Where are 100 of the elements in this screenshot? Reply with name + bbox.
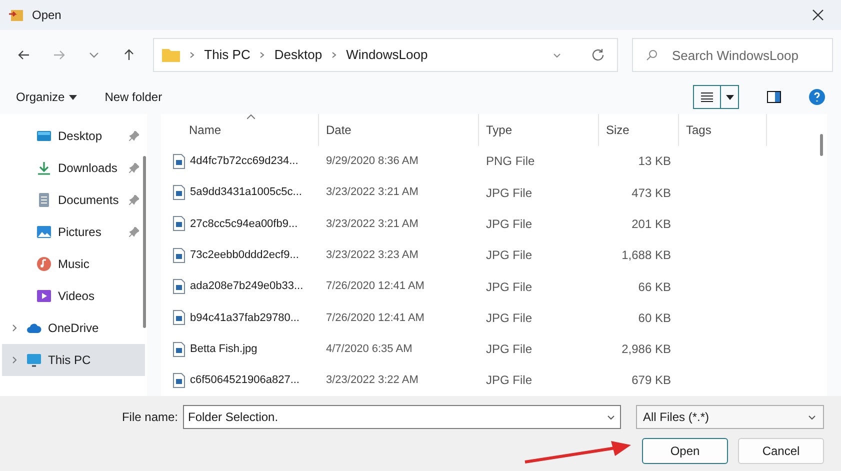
file-name: c6f5064521906a827... bbox=[190, 373, 300, 388]
image-file-icon bbox=[173, 342, 185, 357]
sidebar-item[interactable]: Documents bbox=[2, 184, 145, 216]
file-name-label: File name: bbox=[120, 409, 179, 426]
image-file-icon bbox=[173, 216, 185, 232]
sidebar-item[interactable]: Music bbox=[2, 248, 145, 280]
image-file-icon bbox=[173, 310, 185, 326]
video-icon bbox=[36, 288, 52, 304]
date-cell-text: 3/23/2022 3:23 AM bbox=[325, 248, 420, 264]
type-cell-text: JPG File bbox=[485, 310, 534, 327]
new-folder-button[interactable]: New folder bbox=[104, 88, 162, 106]
dialog-button[interactable]: Open bbox=[642, 438, 728, 464]
file-row[interactable]: c6f5064521906a827... 3/23/2022 3:22 AM JPG File 679 KB bbox=[161, 364, 767, 396]
details-view-icon bbox=[701, 92, 713, 102]
file-type-dropdown[interactable]: All Files (*.*) bbox=[636, 405, 824, 429]
date-cell-text: 3/23/2022 3:21 AM bbox=[325, 216, 420, 232]
file-name: Betta Fish.jpg bbox=[190, 342, 258, 357]
file-name: 4d4fc7b72cc69d234... bbox=[190, 154, 298, 170]
column-header[interactable]: Tags bbox=[679, 114, 767, 146]
size-cell-text: 66 KB bbox=[637, 278, 672, 296]
size-cell-text: 2,986 KB bbox=[620, 341, 672, 358]
date-cell-text: 4/7/2020 6:35 AM bbox=[325, 342, 414, 357]
size-cell-text: 1,688 KB bbox=[620, 247, 672, 264]
file-name-field[interactable]: Folder Selection. bbox=[183, 405, 621, 429]
column-header[interactable]: Name bbox=[161, 114, 319, 146]
sidebar-item[interactable]: Videos bbox=[2, 280, 145, 312]
image-file-icon bbox=[173, 372, 185, 388]
refresh-icon[interactable] bbox=[590, 48, 605, 62]
file-row[interactable]: 27c8cc5c94ea00fb9... 3/23/2022 3:21 AM JPG File 201 KB bbox=[161, 208, 767, 240]
caret-icon bbox=[726, 94, 734, 100]
size-cell-text: 679 KB bbox=[630, 372, 672, 390]
date-cell-text: 9/29/2020 8:36 AM bbox=[325, 154, 420, 170]
sidebar-item[interactable]: Downloads bbox=[2, 152, 145, 184]
caret-icon bbox=[68, 94, 77, 100]
column-header[interactable]: Date bbox=[319, 114, 479, 146]
sidebar-item[interactable]: OneDrive bbox=[2, 312, 145, 344]
type-cell-text: JPG File bbox=[485, 341, 534, 358]
sidebar-item[interactable]: This PC bbox=[2, 344, 145, 376]
chevron-right-icon bbox=[330, 51, 338, 59]
help-icon[interactable] bbox=[809, 89, 825, 105]
image-file-icon bbox=[173, 248, 185, 263]
date-cell-text: 7/26/2020 12:41 AM bbox=[325, 310, 426, 326]
image-file-icon bbox=[173, 185, 185, 200]
file-row[interactable]: 73c2eebb0ddd2ecf9... 3/23/2022 3:23 AM JPG File 1,688 KB bbox=[161, 240, 767, 271]
type-cell-text: JPG File bbox=[485, 247, 534, 264]
sidebar-label: Videos bbox=[58, 288, 94, 305]
download-icon bbox=[36, 160, 52, 176]
folder-icon bbox=[162, 48, 180, 62]
search-field[interactable]: Search WindowsLoop bbox=[632, 38, 833, 72]
breadcrumb[interactable]: This PC bbox=[204, 45, 250, 65]
file-row[interactable]: ada208e7b249e0b33... 7/26/2020 12:41 AM JPG File 66 KB bbox=[161, 270, 767, 302]
type-cell-text: JPG File bbox=[485, 372, 534, 390]
organize-button[interactable]: Organize bbox=[16, 88, 77, 106]
sidebar-label: Desktop bbox=[58, 128, 102, 145]
close-icon bbox=[812, 9, 824, 21]
image-file-icon bbox=[173, 154, 185, 169]
search-icon bbox=[646, 49, 658, 61]
file-row[interactable]: 4d4fc7b72cc69d234... 9/29/2020 8:36 AM PNG File 13 KB bbox=[161, 146, 767, 178]
picture-icon bbox=[36, 224, 52, 240]
type-cell-text: JPG File bbox=[485, 184, 534, 202]
date-cell-text: 3/23/2022 3:22 AM bbox=[325, 373, 420, 388]
size-cell-text: 473 KB bbox=[630, 184, 672, 202]
chevron-right-icon bbox=[258, 51, 266, 59]
document-icon bbox=[36, 192, 52, 208]
file-row[interactable]: Betta Fish.jpg 4/7/2020 6:35 AM JPG File 2,986 KB bbox=[161, 333, 767, 365]
view-button[interactable] bbox=[693, 85, 739, 109]
dialog-button[interactable]: Cancel bbox=[738, 438, 824, 464]
column-header[interactable]: Size bbox=[599, 114, 679, 146]
file-name: 27c8cc5c94ea00fb9... bbox=[190, 216, 298, 232]
date-cell-text: 3/23/2022 3:21 AM bbox=[325, 185, 420, 200]
file-row[interactable]: 5a9dd3431a1005c5c... 3/23/2022 3:21 AM JPG File 473 KB bbox=[161, 177, 767, 208]
scrollbar-thumb[interactable] bbox=[143, 156, 146, 328]
date-cell-text: 7/26/2020 12:41 AM bbox=[325, 279, 426, 294]
file-name: 5a9dd3431a1005c5c... bbox=[190, 185, 302, 200]
window-title: Open bbox=[32, 7, 62, 24]
monitor-icon bbox=[26, 352, 42, 368]
breadcrumb[interactable]: Desktop bbox=[274, 45, 322, 65]
size-cell-text: 13 KB bbox=[637, 153, 672, 170]
sidebar-item[interactable]: Desktop bbox=[2, 120, 145, 152]
type-cell-text: JPG File bbox=[485, 216, 534, 233]
chevron-right-icon bbox=[188, 51, 196, 59]
column-header[interactable]: Type bbox=[479, 114, 599, 146]
breadcrumb[interactable]: WindowsLoop bbox=[346, 45, 428, 65]
address-bar[interactable]: This PC Desktop WindowsLoop bbox=[153, 38, 618, 72]
scrollbar-thumb[interactable] bbox=[820, 134, 823, 156]
sidebar-item[interactable]: Pictures bbox=[2, 216, 145, 248]
file-name: 73c2eebb0ddd2ecf9... bbox=[190, 248, 299, 264]
preview-pane-icon[interactable] bbox=[767, 91, 781, 103]
size-cell-text: 201 KB bbox=[630, 216, 672, 233]
sidebar-label: This PC bbox=[48, 352, 91, 369]
app-icon bbox=[8, 7, 24, 23]
desktop-icon bbox=[36, 128, 52, 144]
sidebar-label: OneDrive bbox=[48, 320, 99, 337]
sidebar-label: Downloads bbox=[58, 160, 118, 177]
sidebar-label: Pictures bbox=[58, 224, 102, 241]
file-name: ada208e7b249e0b33... bbox=[190, 279, 304, 294]
sidebar-label: Documents bbox=[58, 192, 119, 209]
file-name: b94c41a37fab29780... bbox=[190, 310, 300, 326]
file-row[interactable]: b94c41a37fab29780... 7/26/2020 12:41 AM JPG File 60 KB bbox=[161, 302, 767, 334]
music-icon bbox=[36, 256, 52, 272]
